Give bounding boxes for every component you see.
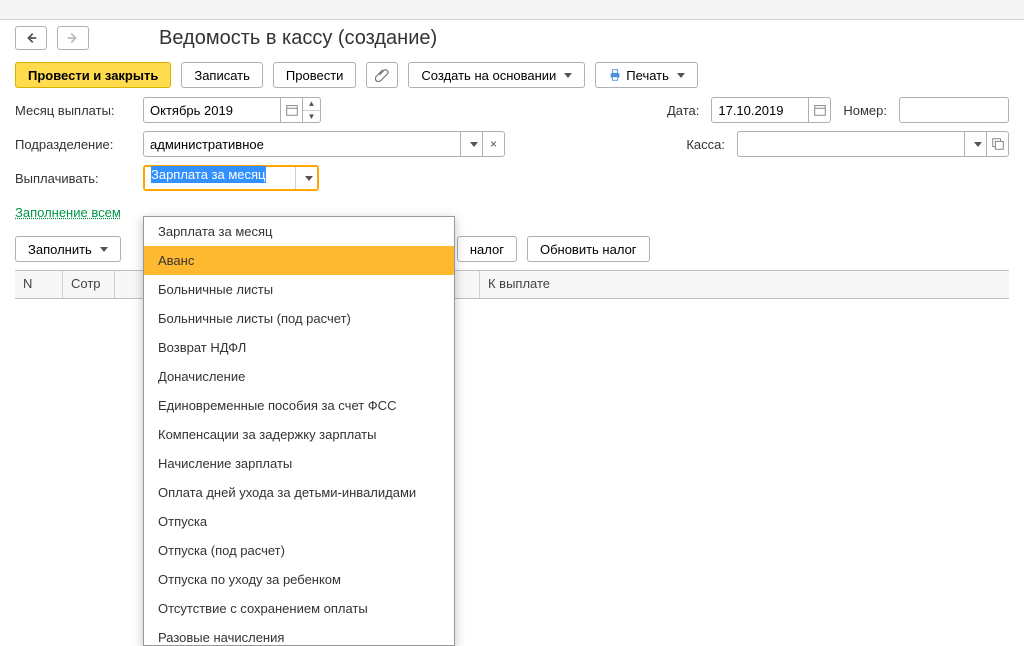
chevron-down-icon xyxy=(677,73,685,78)
pay-type-option[interactable]: Больничные листы xyxy=(144,275,454,304)
arrow-right-icon xyxy=(66,31,80,45)
row-pay: Выплачивать: Зарплата за месяц xyxy=(15,164,1009,192)
chevron-down-icon xyxy=(564,73,572,78)
grid-col-n[interactable]: N xyxy=(15,271,63,298)
month-label: Месяц выплаты: xyxy=(15,103,143,118)
cashbox-block: Касса: xyxy=(686,131,1009,157)
save-button[interactable]: Записать xyxy=(181,62,263,88)
open-external-icon xyxy=(991,137,1005,151)
form-area: Месяц выплаты: ▲ ▼ Дата: Номер: Подра xyxy=(0,96,1024,226)
pay-type-option[interactable]: Начисление зарплаты xyxy=(144,449,454,478)
month-spinner[interactable]: ▲ ▼ xyxy=(303,97,321,123)
tax-button[interactable]: налог xyxy=(457,236,517,262)
date-field[interactable] xyxy=(711,97,809,123)
cashbox-input-wrap xyxy=(737,131,1009,157)
arrow-left-icon xyxy=(24,31,38,45)
pay-type-option[interactable]: Отсутствие с сохранением оплаты xyxy=(144,594,454,623)
fill-all-sums-link[interactable]: Заполнение всем xyxy=(15,205,121,220)
nav-back-button[interactable] xyxy=(15,26,47,50)
month-field[interactable] xyxy=(143,97,281,123)
pay-label: Выплачивать: xyxy=(15,171,143,186)
post-and-close-button[interactable]: Провести и закрыть xyxy=(15,62,171,88)
month-input-wrap: ▲ ▼ xyxy=(143,97,321,123)
row-department-cashbox: Подразделение: × Касса: xyxy=(15,130,1009,158)
pay-select-input[interactable]: Зарплата за месяц xyxy=(145,167,295,189)
fill-label: Заполнить xyxy=(28,242,92,257)
grid-col-employee[interactable]: Сотр xyxy=(63,271,115,298)
pay-type-option[interactable]: Доначисление xyxy=(144,362,454,391)
pay-type-option[interactable]: Единовременные пособия за счет ФСС xyxy=(144,391,454,420)
print-button[interactable]: Печать xyxy=(595,62,698,88)
cashbox-open-button[interactable] xyxy=(987,131,1009,157)
pay-type-option[interactable]: Больничные листы (под расчет) xyxy=(144,304,454,333)
pay-type-option[interactable]: Зарплата за месяц xyxy=(144,217,454,246)
pay-select-value: Зарплата за месяц xyxy=(151,166,266,183)
pay-type-option[interactable]: Оплата дней ухода за детьми-инвалидами xyxy=(144,478,454,507)
nav-forward-button[interactable] xyxy=(57,26,89,50)
department-field[interactable] xyxy=(143,131,461,157)
cashbox-dropdown-button[interactable] xyxy=(965,131,987,157)
pay-type-option[interactable]: Отпуска (под расчет) xyxy=(144,536,454,565)
chevron-down-icon xyxy=(305,176,313,181)
pay-type-option[interactable]: Компенсации за задержку зарплаты xyxy=(144,420,454,449)
date-number-block: Дата: Номер: xyxy=(667,97,1009,123)
paperclip-icon xyxy=(375,68,389,82)
update-tax-button[interactable]: Обновить налог xyxy=(527,236,650,262)
attach-button[interactable] xyxy=(366,62,398,88)
main-toolbar: Провести и закрыть Записать Провести Соз… xyxy=(0,52,1024,96)
department-clear-button[interactable]: × xyxy=(483,131,505,157)
post-button[interactable]: Провести xyxy=(273,62,357,88)
close-icon: × xyxy=(490,137,497,151)
page-title: Ведомость в кассу (создание) xyxy=(159,27,437,50)
department-input-wrap: × xyxy=(143,131,505,157)
pay-type-option[interactable]: Возврат НДФЛ xyxy=(144,333,454,362)
pay-select-dropdown-button[interactable] xyxy=(295,167,317,189)
spin-up-icon[interactable]: ▲ xyxy=(303,98,320,111)
spin-down-icon[interactable]: ▼ xyxy=(303,111,320,123)
number-label: Номер: xyxy=(843,103,893,118)
cashbox-label: Касса: xyxy=(686,137,731,152)
create-based-on-button[interactable]: Создать на основании xyxy=(408,62,585,88)
date-label: Дата: xyxy=(667,103,705,118)
header-row: Ведомость в кассу (создание) xyxy=(0,20,1024,52)
grid-col-to-pay[interactable]: К выплате xyxy=(480,271,1009,298)
month-calendar-button[interactable] xyxy=(281,97,303,123)
department-dropdown-button[interactable] xyxy=(461,131,483,157)
window-top-strip xyxy=(0,0,1024,20)
calendar-icon xyxy=(813,103,827,117)
pay-type-option[interactable]: Отпуска xyxy=(144,507,454,536)
chevron-down-icon xyxy=(974,142,982,147)
date-calendar-button[interactable] xyxy=(809,97,831,123)
department-label: Подразделение: xyxy=(15,137,143,152)
row-month-date-number: Месяц выплаты: ▲ ▼ Дата: Номер: xyxy=(15,96,1009,124)
printer-icon xyxy=(608,68,622,82)
pay-select[interactable]: Зарплата за месяц xyxy=(143,165,319,191)
chevron-down-icon xyxy=(470,142,478,147)
cashbox-field[interactable] xyxy=(737,131,965,157)
fill-button[interactable]: Заполнить xyxy=(15,236,121,262)
number-field[interactable] xyxy=(899,97,1009,123)
calendar-icon xyxy=(285,103,299,117)
pay-type-dropdown[interactable]: Зарплата за месяцАвансБольничные листыБо… xyxy=(143,216,455,646)
print-label: Печать xyxy=(626,68,669,83)
create-based-on-label: Создать на основании xyxy=(421,68,556,83)
pay-type-option[interactable]: Аванс xyxy=(144,246,454,275)
pay-type-option[interactable]: Отпуска по уходу за ребенком xyxy=(144,565,454,594)
chevron-down-icon xyxy=(100,247,108,252)
pay-type-option[interactable]: Разовые начисления xyxy=(144,623,454,646)
date-input-wrap xyxy=(711,97,831,123)
